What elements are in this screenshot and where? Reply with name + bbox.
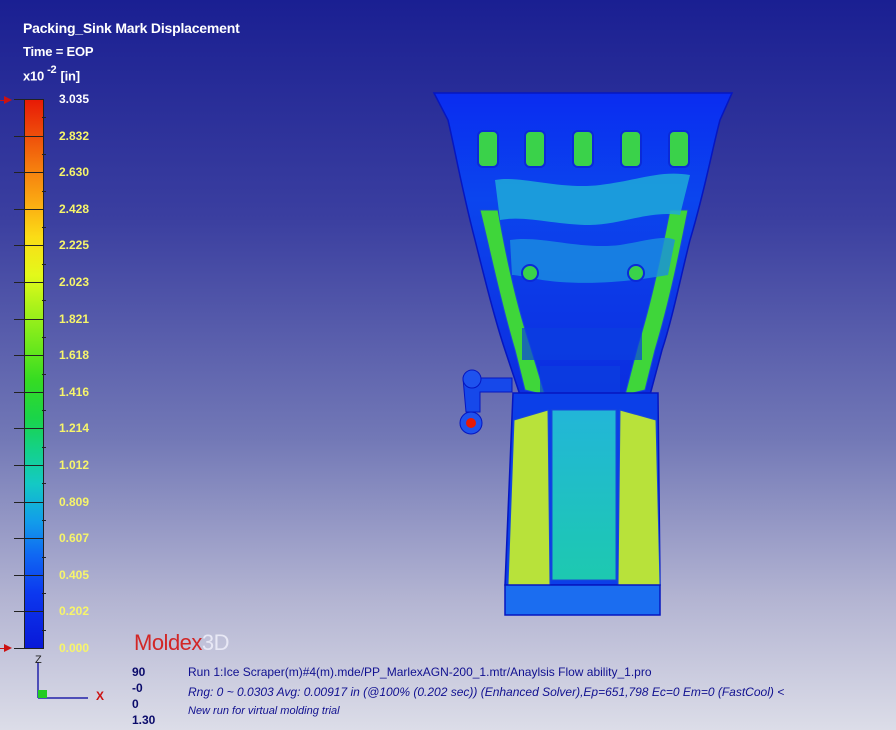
ice-scraper-part [432,92,734,616]
part-model-view[interactable] [0,0,896,730]
